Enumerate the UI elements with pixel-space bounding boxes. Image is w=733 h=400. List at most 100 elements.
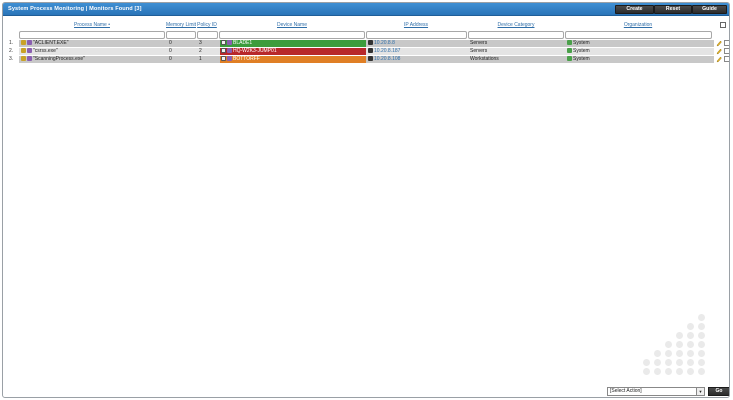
decorative-dot xyxy=(665,359,672,366)
decorative-dot xyxy=(654,359,661,366)
decorative-dot xyxy=(698,341,705,348)
table-row[interactable]: "ScanningProcess.exe" 0 1 BOTTORFF 10.20.8.1… xyxy=(19,56,729,63)
device-name-cell: BOTTORFF xyxy=(220,56,366,63)
decorative-dot xyxy=(643,359,650,366)
decorative-dot xyxy=(698,350,705,357)
graph-icon[interactable] xyxy=(27,56,32,62)
filter-memory-limit[interactable] xyxy=(166,31,196,39)
decorative-dot xyxy=(665,341,672,348)
create-button[interactable]: Create xyxy=(615,5,654,14)
organization-cell: System xyxy=(567,48,713,55)
monitor-icon[interactable] xyxy=(221,40,226,46)
chevron-down-icon: ▼ xyxy=(696,388,704,395)
decorative-dot xyxy=(698,332,705,339)
organization-name[interactable]: System xyxy=(573,56,590,62)
reset-button[interactable]: Reset xyxy=(654,5,692,14)
graph-icon[interactable] xyxy=(227,40,232,46)
wrench-icon[interactable] xyxy=(21,56,26,62)
col-device-name[interactable]: Device Name xyxy=(219,22,365,28)
col-ip-address[interactable]: IP Address xyxy=(365,22,467,28)
decorative-dot xyxy=(698,359,705,366)
graph-icon[interactable] xyxy=(227,48,232,54)
select-action-dropdown[interactable]: [Select Action] ▼ xyxy=(607,387,705,396)
export-icon[interactable] xyxy=(720,22,726,28)
device-name-cell: HQ-W2K3-JUMP01 xyxy=(220,48,366,55)
go-button[interactable]: Go xyxy=(708,387,729,396)
col-memory-limit[interactable]: Memory Limit xyxy=(166,22,196,28)
device-name[interactable]: BOTTORFF xyxy=(233,56,260,62)
graph-icon[interactable] xyxy=(27,48,32,54)
col-organization[interactable]: Organization xyxy=(565,22,711,28)
col-process-name[interactable]: Process Name • xyxy=(19,22,165,28)
device-name-cell: BLADE1 xyxy=(220,40,366,47)
process-name[interactable]: "ScanningProcess.exe" xyxy=(33,56,85,62)
process-name[interactable]: "csrss.exe" xyxy=(33,48,58,54)
filter-organization[interactable] xyxy=(565,31,712,39)
wrench-icon[interactable] xyxy=(21,40,26,46)
organization-icon xyxy=(567,40,572,46)
filter-device-category[interactable] xyxy=(468,31,564,39)
decorative-dot xyxy=(687,350,694,357)
monitor-icon[interactable] xyxy=(221,56,226,62)
row-checkbox[interactable] xyxy=(724,56,729,62)
decorative-dot xyxy=(665,350,672,357)
graph-icon[interactable] xyxy=(227,56,232,62)
filter-process-name[interactable] xyxy=(19,31,165,39)
monitor-icon[interactable] xyxy=(221,48,226,54)
decorative-dot xyxy=(687,341,694,348)
ip-cell: 10.20.8.108 xyxy=(368,56,468,63)
edit-pencil-icon[interactable] xyxy=(716,40,722,47)
col-device-category[interactable]: Device Category xyxy=(468,22,564,28)
decorative-dot xyxy=(665,368,672,375)
filter-ip-address[interactable] xyxy=(366,31,467,39)
select-action-label: [Select Action] xyxy=(610,388,642,394)
table-row[interactable]: "csrss.exe" 0 2 HQ-W2K3-JUMP01 10.20.8.187 Se… xyxy=(19,48,729,55)
title-bar: System Process Monitoring | Monitors Fou… xyxy=(3,3,729,16)
device-category: Servers xyxy=(470,40,488,46)
graph-icon[interactable] xyxy=(27,40,32,46)
decorative-dot xyxy=(643,368,650,375)
ip-address[interactable]: 10.20.8.187 xyxy=(374,48,400,54)
device-name[interactable]: BLADE1 xyxy=(233,40,252,46)
ip-address[interactable]: 10.20.8.8 xyxy=(374,40,395,46)
ip-address[interactable]: 10.20.8.108 xyxy=(374,56,400,62)
edit-pencil-icon[interactable] xyxy=(716,56,722,63)
row-number: 2. xyxy=(9,48,14,54)
wrench-icon[interactable] xyxy=(21,48,26,54)
decorative-dot xyxy=(676,350,683,357)
decorative-dot xyxy=(698,314,705,321)
device-name[interactable]: HQ-W2K3-JUMP01 xyxy=(233,48,277,54)
organization-icon xyxy=(567,56,572,62)
organization-cell: System xyxy=(567,56,713,63)
guide-button[interactable]: Guide xyxy=(692,5,727,14)
decorative-dot xyxy=(698,368,705,375)
memory-limit: 0 xyxy=(169,48,172,54)
organization-name[interactable]: System xyxy=(573,40,590,46)
col-policy-id[interactable]: Policy ID xyxy=(196,22,218,28)
table-row[interactable]: "ACLIENT.EXE" 0 3 BLADE1 10.20.8.8 Servers Sys… xyxy=(19,40,729,47)
process-name[interactable]: "ACLIENT.EXE" xyxy=(33,40,69,46)
process-cell: "ACLIENT.EXE" xyxy=(21,40,165,47)
row-number: 3. xyxy=(9,56,14,62)
organization-name[interactable]: System xyxy=(573,48,590,54)
ip-cell: 10.20.8.187 xyxy=(368,48,468,55)
network-icon xyxy=(368,56,373,62)
network-icon xyxy=(368,48,373,54)
process-cell: "ScanningProcess.exe" xyxy=(21,56,165,63)
network-icon xyxy=(368,40,373,46)
filter-device-name[interactable] xyxy=(219,31,365,39)
edit-pencil-icon[interactable] xyxy=(716,48,722,55)
decorative-dot xyxy=(687,368,694,375)
ip-cell: 10.20.8.8 xyxy=(368,40,468,47)
filter-policy-id[interactable] xyxy=(197,31,218,39)
decorative-dot xyxy=(687,332,694,339)
decorative-dot xyxy=(687,359,694,366)
decorative-dot xyxy=(676,368,683,375)
process-cell: "csrss.exe" xyxy=(21,48,165,55)
device-category: Workstations xyxy=(470,56,499,62)
row-checkbox[interactable] xyxy=(724,40,729,46)
row-checkbox[interactable] xyxy=(724,48,729,54)
decorative-dot xyxy=(654,368,661,375)
policy-id: 3 xyxy=(199,40,202,46)
decorative-dot xyxy=(676,341,683,348)
